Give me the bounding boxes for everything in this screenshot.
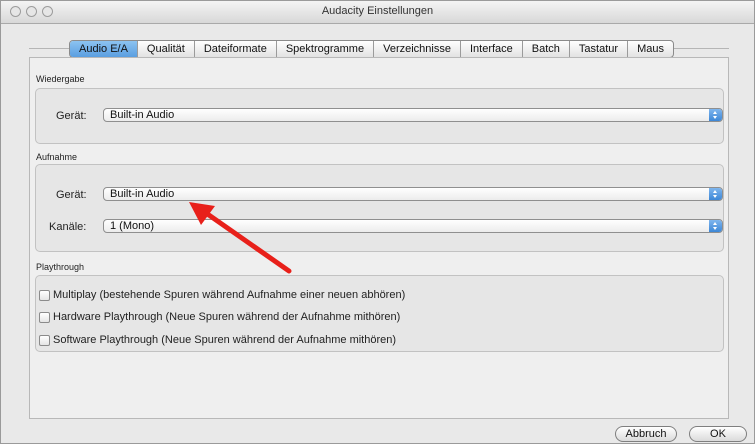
- annotation-arrow-icon: [189, 202, 292, 274]
- preferences-window: Audacity Einstellungen Audio E/A Qualitä…: [0, 0, 755, 444]
